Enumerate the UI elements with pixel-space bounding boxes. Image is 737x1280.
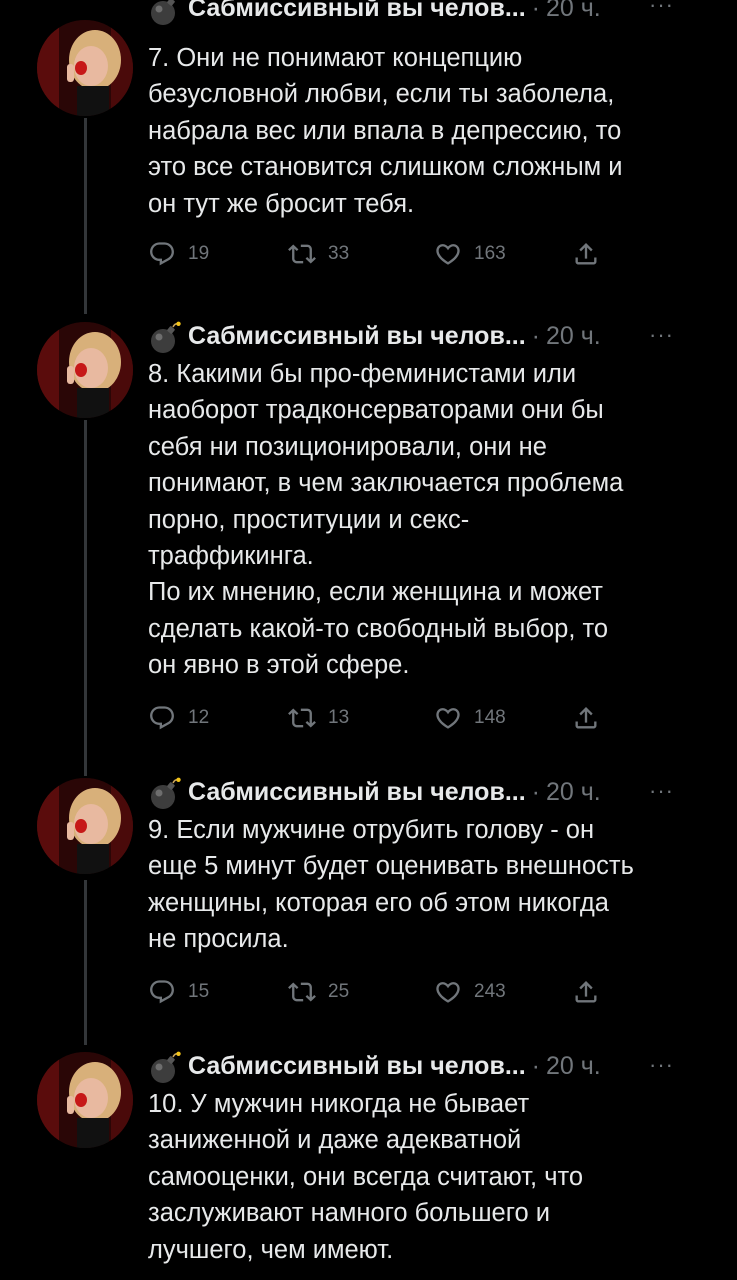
- thread-line: [84, 420, 87, 776]
- more-horizontal-icon[interactable]: ···: [649, 322, 674, 348]
- tweet-text: 7. Они не понимают концепцию безусловной…: [148, 44, 623, 218]
- like-count: 243: [474, 980, 506, 1002]
- like-icon: [434, 978, 462, 1006]
- like-count: 148: [474, 706, 506, 728]
- share-icon: [572, 240, 600, 268]
- tweet-header: Сабмиссивный вы челов... · 20 ч.: [148, 316, 708, 356]
- timestamp[interactable]: 20 ч.: [546, 778, 601, 807]
- avatar-image: [37, 322, 133, 418]
- share-icon: [572, 978, 600, 1006]
- retweet-button[interactable]: 25: [288, 978, 349, 1006]
- timestamp[interactable]: 20 ч.: [546, 0, 601, 23]
- retweet-count: 33: [328, 243, 350, 265]
- reply-icon: [148, 240, 176, 268]
- share-button[interactable]: [572, 704, 612, 732]
- tweet-text: 8. Какими бы про-феминистами или наоборо…: [148, 360, 624, 680]
- tweet-text: 10. У мужчин никогда не бывает заниженно…: [148, 1090, 584, 1264]
- like-button[interactable]: 148: [434, 704, 506, 732]
- timestamp[interactable]: 20 ч.: [546, 1052, 601, 1081]
- avatar[interactable]: [37, 322, 133, 418]
- tweet-actions: 12 13 148: [148, 704, 708, 744]
- reply-count: 19: [188, 243, 210, 265]
- avatar-image: [37, 778, 133, 874]
- thread-line: [84, 118, 87, 314]
- retweet-icon: [288, 240, 316, 268]
- retweet-button[interactable]: 13: [288, 704, 349, 732]
- author-name[interactable]: Сабмиссивный вы челов...: [188, 0, 526, 23]
- share-button[interactable]: [572, 978, 612, 1006]
- tweet-header: Сабмиссивный вы челов... · 20 ч.: [148, 772, 708, 812]
- retweet-count: 25: [328, 980, 350, 1002]
- retweet-button[interactable]: 33: [288, 240, 349, 268]
- bomb-emoji-icon: [148, 1051, 182, 1085]
- share-icon: [572, 704, 600, 732]
- more-horizontal-icon[interactable]: ···: [649, 1052, 674, 1078]
- more-horizontal-icon[interactable]: ···: [649, 0, 674, 18]
- avatar[interactable]: [37, 1052, 133, 1148]
- separator-dot: ·: [531, 0, 540, 22]
- reply-button[interactable]: 12: [148, 704, 209, 732]
- reply-icon: [148, 978, 176, 1006]
- reply-button[interactable]: 19: [148, 240, 209, 268]
- thread-line: [84, 880, 87, 1045]
- bomb-emoji-icon: [148, 0, 182, 27]
- like-icon: [434, 704, 462, 732]
- separator-dot: ·: [531, 777, 540, 806]
- like-count: 163: [474, 243, 506, 265]
- like-icon: [434, 240, 462, 268]
- avatar-image: [37, 1052, 133, 1148]
- author-name[interactable]: Сабмиссивный вы челов...: [188, 1052, 526, 1081]
- like-button[interactable]: 163: [434, 240, 506, 268]
- reply-icon: [148, 704, 176, 732]
- reply-count: 15: [188, 980, 210, 1002]
- separator-dot: ·: [531, 1051, 540, 1080]
- retweet-count: 13: [328, 706, 350, 728]
- bomb-emoji-icon: [148, 321, 182, 355]
- retweet-icon: [288, 704, 316, 732]
- tweet-actions: 15 25 243: [148, 978, 708, 1018]
- like-button[interactable]: 243: [434, 978, 506, 1006]
- avatar[interactable]: [37, 778, 133, 874]
- tweet-actions: 19 33 163: [148, 240, 708, 280]
- tweet-text: 9. Если мужчине отрубить голову - он еще…: [148, 816, 634, 954]
- reply-count: 12: [188, 706, 210, 728]
- reply-button[interactable]: 15: [148, 978, 209, 1006]
- tweet-header: Сабмиссивный вы челов... · 20 ч.: [148, 1046, 708, 1086]
- more-horizontal-icon[interactable]: ···: [649, 778, 674, 804]
- retweet-icon: [288, 978, 316, 1006]
- author-name[interactable]: Сабмиссивный вы челов...: [188, 778, 526, 807]
- share-button[interactable]: [572, 240, 612, 268]
- tweet-header: Сабмиссивный вы челов... · 20 ч.: [148, 0, 708, 28]
- avatar[interactable]: [37, 20, 133, 116]
- timestamp[interactable]: 20 ч.: [546, 322, 601, 351]
- separator-dot: ·: [531, 321, 540, 350]
- avatar-image: [37, 20, 133, 116]
- bomb-emoji-icon: [148, 777, 182, 811]
- author-name[interactable]: Сабмиссивный вы челов...: [188, 322, 526, 351]
